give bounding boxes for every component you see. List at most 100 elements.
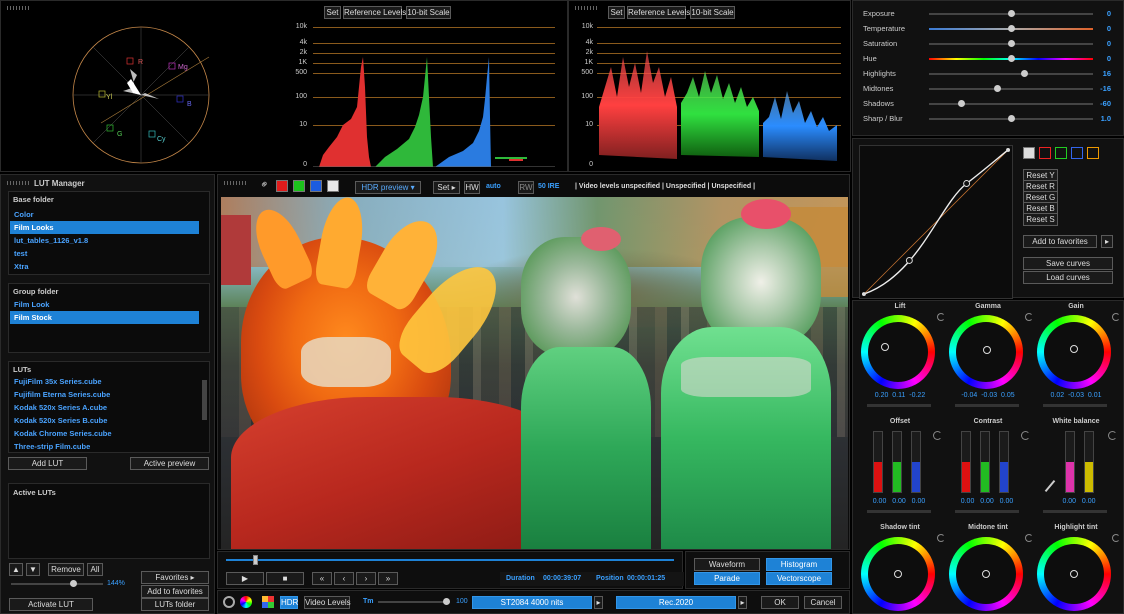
tm-slider-track[interactable] — [378, 601, 450, 603]
timeline-playhead[interactable] — [253, 555, 259, 565]
lift-wheel[interactable] — [861, 315, 935, 389]
midtone-tint-reset-icon[interactable] — [1025, 534, 1033, 542]
luts-scrollbar[interactable] — [202, 380, 207, 420]
curve-saturation-swatch[interactable] — [1087, 147, 1099, 159]
gamma-wheel[interactable] — [949, 315, 1023, 389]
scope1-reference-levels-button[interactable]: Reference Levels — [343, 6, 406, 19]
gain-master-slider[interactable] — [1043, 404, 1107, 407]
ok-button[interactable]: OK — [761, 596, 799, 609]
hw-button[interactable]: HW — [464, 181, 480, 194]
scope1-10bit-button[interactable]: 10-bit Scale — [406, 6, 451, 19]
red-channel-swatch[interactable] — [276, 180, 288, 192]
scope1-set-button[interactable]: Set — [324, 6, 341, 19]
list-item[interactable]: Kodak 520x Series A.cube — [10, 401, 199, 414]
rec2020-dropdown[interactable]: Rec.2020 — [616, 596, 736, 609]
adjust-slider-knob[interactable] — [1007, 10, 1015, 17]
palette-icon[interactable] — [262, 596, 274, 608]
panel-grip[interactable] — [575, 6, 597, 10]
scope2-10bit-button[interactable]: 10-bit Scale — [690, 6, 735, 19]
video-levels-button[interactable]: Video Levels — [304, 596, 351, 609]
save-curves-button[interactable]: Save curves — [1023, 257, 1113, 270]
adjust-slider-knob[interactable] — [1020, 70, 1028, 77]
gain-wheel[interactable] — [1037, 315, 1111, 389]
active-preview-button[interactable]: Active preview — [130, 457, 209, 470]
list-item[interactable]: Kodak Chrome Series.cube — [10, 427, 199, 440]
white-balance-master-slider[interactable] — [1043, 510, 1107, 513]
list-item[interactable]: test — [10, 247, 199, 260]
gamma-reset-icon[interactable] — [1025, 313, 1033, 321]
step-back-button[interactable]: ‹ — [334, 572, 354, 585]
contrast-b-bar[interactable] — [999, 431, 1009, 493]
scope2-set-button[interactable]: Set — [608, 6, 625, 19]
list-item[interactable]: Film Look — [10, 298, 199, 311]
reset-view-icon[interactable] — [223, 596, 235, 608]
load-curves-button[interactable]: Load curves — [1023, 271, 1113, 284]
offset-b-bar[interactable] — [911, 431, 921, 493]
luts-folder-button[interactable]: LUTs folder — [141, 598, 209, 611]
offset-reset-icon[interactable] — [933, 431, 942, 440]
list-item[interactable]: FujiFilm 35x Series.cube — [10, 375, 199, 388]
fast-forward-button[interactable]: » — [378, 572, 398, 585]
hdr-toggle[interactable]: HDR — [280, 596, 298, 609]
waveform-button[interactable]: Waveform — [694, 558, 760, 571]
green-channel-swatch[interactable] — [293, 180, 305, 192]
vectorscope-button[interactable]: Vectorscope — [766, 572, 832, 585]
play-button[interactable]: ▶ — [226, 572, 264, 585]
st2084-arrow[interactable]: ▸ — [594, 596, 603, 609]
curve-green-swatch[interactable] — [1055, 147, 1067, 159]
adjust-slider-knob[interactable] — [994, 85, 1002, 92]
add-to-favorites-button[interactable]: Add to favorites — [141, 585, 209, 598]
gamma-master-slider[interactable] — [955, 404, 1019, 407]
rec2020-arrow[interactable]: ▸ — [738, 596, 747, 609]
contrast-r-bar[interactable] — [961, 431, 971, 493]
activate-lut-button[interactable]: Activate LUT — [9, 598, 93, 611]
move-up-button[interactable]: ▲ — [9, 563, 23, 576]
adjust-slider-knob[interactable] — [1007, 55, 1015, 62]
panel-grip[interactable] — [7, 6, 29, 10]
list-item[interactable]: Color — [10, 208, 199, 221]
adjust-slider-knob[interactable] — [1007, 25, 1015, 32]
blue-channel-swatch[interactable] — [310, 180, 322, 192]
adjust-slider-track[interactable] — [929, 88, 1093, 90]
curve-blue-swatch[interactable] — [1071, 147, 1083, 159]
curves-add-to-favorites-button[interactable]: Add to favorites — [1023, 235, 1097, 248]
histogram-button[interactable]: Histogram — [766, 558, 832, 571]
st2084-dropdown[interactable]: ST2084 4000 nits — [472, 596, 592, 609]
parade-button[interactable]: Parade — [694, 572, 760, 585]
contrast-master-slider[interactable] — [955, 510, 1019, 513]
highlight-tint-wheel[interactable] — [1037, 537, 1111, 611]
shadow-tint-reset-icon[interactable] — [937, 534, 945, 542]
opacity-slider-track[interactable] — [11, 583, 103, 585]
curves-favorites-arrow[interactable]: ▸ — [1101, 235, 1113, 248]
viewer-set-button[interactable]: Set ▸ — [433, 181, 460, 194]
list-item[interactable]: Film Looks — [10, 221, 199, 234]
white-balance-reset-icon[interactable] — [1108, 431, 1117, 440]
cancel-button[interactable]: Cancel — [804, 596, 842, 609]
preview-image[interactable] — [221, 197, 848, 549]
link-icon[interactable]: ⚭ — [257, 177, 272, 192]
offset-g-bar[interactable] — [892, 431, 902, 493]
curve-luma-swatch[interactable] — [1023, 147, 1035, 159]
remove-button[interactable]: Remove — [48, 563, 84, 576]
rewind-button[interactable]: « — [312, 572, 332, 585]
shadow-tint-wheel[interactable] — [861, 537, 935, 611]
lift-reset-icon[interactable] — [937, 313, 945, 321]
panel-grip[interactable] — [7, 181, 29, 185]
contrast-g-bar[interactable] — [980, 431, 990, 493]
list-item[interactable]: Fujifilm Eterna Series.cube — [10, 388, 199, 401]
scope2-reference-levels-button[interactable]: Reference Levels — [627, 6, 690, 19]
list-item[interactable]: lut_tables_1126_v1.8 — [10, 234, 199, 247]
list-item[interactable]: Xtra — [10, 260, 199, 273]
offset-master-slider[interactable] — [867, 510, 931, 513]
list-item[interactable]: Film Stock — [10, 311, 199, 324]
eyedropper-icon[interactable] — [1044, 479, 1056, 493]
white-channel-swatch[interactable] — [327, 180, 339, 192]
lift-master-slider[interactable] — [867, 404, 931, 407]
contrast-reset-icon[interactable] — [1021, 431, 1030, 440]
adjust-slider-track[interactable] — [929, 103, 1093, 105]
panel-grip[interactable] — [224, 181, 246, 185]
curve-red-swatch[interactable] — [1039, 147, 1051, 159]
color-wheel-icon[interactable] — [240, 596, 252, 608]
timeline-track[interactable] — [226, 559, 674, 561]
gain-reset-icon[interactable] — [1112, 313, 1120, 321]
